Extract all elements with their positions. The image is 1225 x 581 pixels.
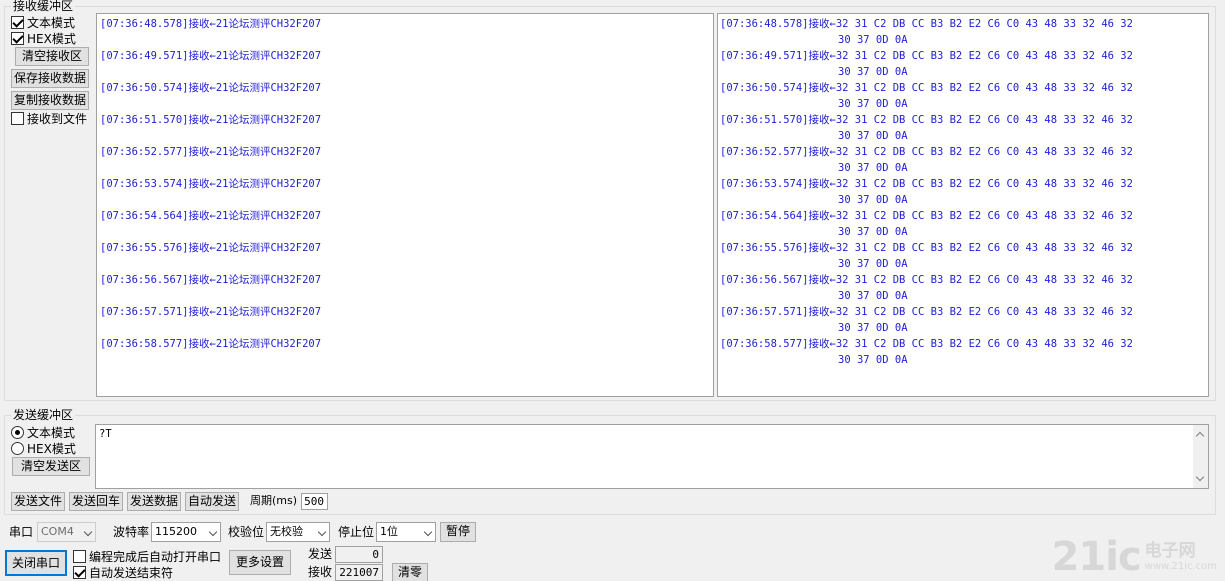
receive-text-line: [07:36:51.570]接收←21论坛测评CH32F207 xyxy=(100,114,322,126)
receive-hex-line: [07:36:55.576]接收←32 31 C2 DB CC B3 B2 E2… xyxy=(720,242,1133,254)
send-data-button[interactable]: 发送数据 xyxy=(127,492,181,511)
receive-hex-line-continuation: 30 37 0D 0A xyxy=(838,98,908,110)
clear-send-button[interactable]: 清空发送区 xyxy=(12,457,90,476)
port-label: 串口 xyxy=(9,525,34,539)
clear-receive-button[interactable]: 清空接收区 xyxy=(15,47,89,66)
receive-hex-line: [07:36:51.570]接收←32 31 C2 DB CC B3 B2 E2… xyxy=(720,114,1133,126)
receive-hex-line-continuation: 30 37 0D 0A xyxy=(838,66,908,78)
receive-hex-line-continuation: 30 37 0D 0A xyxy=(838,258,908,270)
receive-hex-line-continuation: 30 37 0D 0A xyxy=(838,290,908,302)
receive-hex-line: [07:36:58.577]接收←32 31 C2 DB CC B3 B2 E2… xyxy=(720,338,1133,350)
receive-text-line: [07:36:53.574]接收←21论坛测评CH32F207 xyxy=(100,178,322,190)
receive-text-pane[interactable]: [07:36:48.578]接收←21论坛测评CH32F207 [07:36:49… xyxy=(96,13,714,397)
receive-hex-line-continuation: 30 37 0D 0A xyxy=(838,34,908,46)
checkbox-checked-icon xyxy=(73,565,86,579)
chevron-down-icon xyxy=(423,527,433,537)
more-settings-button[interactable]: 更多设置 xyxy=(229,550,291,575)
receive-hex-pane[interactable]: [07:36:48.578]接收←32 31 C2 DB CC B3 B2 E2… xyxy=(717,13,1209,397)
pause-button[interactable]: 暂停 xyxy=(440,522,476,542)
parity-label: 校验位 xyxy=(228,525,265,539)
receive-group-title: 接收缓冲区 xyxy=(11,0,76,13)
receive-hex-line-continuation: 30 37 0D 0A xyxy=(838,354,908,366)
close-port-button[interactable]: 关闭串口 xyxy=(5,550,67,576)
sent-count-label: 发送 xyxy=(308,547,333,561)
checkbox-checked-icon xyxy=(11,15,24,29)
receive-text-line: [07:36:56.567]接收←21论坛测评CH32F207 xyxy=(100,274,322,286)
copy-receive-button[interactable]: 复制接收数据 xyxy=(11,91,89,110)
receive-hex-line-continuation: 30 37 0D 0A xyxy=(838,226,908,238)
auto-end-char-checkbox[interactable]: 自动发送结束符 xyxy=(73,564,173,580)
radio-unselected-icon xyxy=(11,441,24,455)
receive-hex-line: [07:36:48.578]接收←32 31 C2 DB CC B3 B2 E2… xyxy=(720,18,1133,30)
receive-text-line: [07:36:49.571]接收←21论坛测评CH32F207 xyxy=(100,50,322,62)
checkbox-checked-icon xyxy=(11,31,24,45)
receive-text-line: [07:36:54.564]接收←21论坛测评CH32F207 xyxy=(100,210,322,222)
receive-hex-line: [07:36:57.571]接收←32 31 C2 DB CC B3 B2 E2… xyxy=(720,306,1133,318)
scroll-down-icon[interactable] xyxy=(1195,472,1205,482)
receive-hex-line-continuation: 30 37 0D 0A xyxy=(838,130,908,142)
scroll-up-icon[interactable] xyxy=(1195,431,1205,441)
receive-hex-line-continuation: 30 37 0D 0A xyxy=(838,194,908,206)
receive-text-line: [07:36:52.577]接收←21论坛测评CH32F207 xyxy=(100,146,322,158)
send-return-button[interactable]: 发送回车 xyxy=(69,492,123,511)
logo-en-text: www.21ic.com xyxy=(1144,561,1217,572)
chevron-down-icon xyxy=(208,527,218,537)
baud-select[interactable]: 115200 xyxy=(151,522,221,542)
receive-hex-line: [07:36:56.567]接收←32 31 C2 DB CC B3 B2 E2… xyxy=(720,274,1133,286)
auto-open-port-checkbox[interactable]: 编程完成后自动打开串口 xyxy=(73,548,221,564)
auto-send-button[interactable]: 自动发送 xyxy=(185,492,239,511)
receive-hex-line: [07:36:54.564]接收←32 31 C2 DB CC B3 B2 E2… xyxy=(720,210,1133,222)
stop-bits-select[interactable]: 1位 xyxy=(376,522,436,542)
receive-text-line: [07:36:58.577]接收←21论坛测评CH32F207 xyxy=(100,338,322,350)
receive-hex-line-continuation: 30 37 0D 0A xyxy=(838,162,908,174)
receive-to-file-checkbox[interactable]: 接收到文件 xyxy=(11,110,87,126)
receive-hex-line: [07:36:53.574]接收←32 31 C2 DB CC B3 B2 E2… xyxy=(720,178,1133,190)
send-text-mode-radio[interactable]: 文本模式 xyxy=(11,424,75,440)
checkbox-unchecked-icon xyxy=(73,549,86,563)
send-input-text: ?T xyxy=(99,428,112,440)
logo-cn-text: 电子网 xyxy=(1144,541,1196,561)
receive-hex-line: [07:36:49.571]接收←32 31 C2 DB CC B3 B2 E2… xyxy=(720,50,1133,62)
baud-label: 波特率 xyxy=(113,525,150,539)
receive-hex-line: [07:36:50.574]接收←32 31 C2 DB CC B3 B2 E2… xyxy=(720,82,1133,94)
radio-selected-icon xyxy=(11,425,24,439)
port-select[interactable]: COM4 xyxy=(37,522,96,542)
send-hex-mode-radio[interactable]: HEX模式 xyxy=(11,440,76,456)
send-scrollbar[interactable] xyxy=(1193,425,1208,488)
send-group-title: 发送缓冲区 xyxy=(11,408,76,422)
receive-hex-mode-checkbox[interactable]: HEX模式 xyxy=(11,30,76,46)
receive-text-line: [07:36:57.571]接收←21论坛测评CH32F207 xyxy=(100,306,322,318)
receive-hex-line: [07:36:52.577]接收←32 31 C2 DB CC B3 B2 E2… xyxy=(720,146,1133,158)
sent-count-value: 0 xyxy=(335,546,383,563)
save-receive-button[interactable]: 保存接收数据 xyxy=(11,69,89,88)
chevron-down-icon xyxy=(83,527,93,537)
recv-count-value: 221007 xyxy=(335,564,383,581)
stop-bits-label: 停止位 xyxy=(338,525,375,539)
receive-text-line: [07:36:55.576]接收←21论坛测评CH32F207 xyxy=(100,242,322,254)
checkbox-unchecked-icon xyxy=(11,111,24,125)
receive-hex-line-continuation: 30 37 0D 0A xyxy=(838,322,908,334)
send-input[interactable]: ?T xyxy=(95,424,1209,489)
clear-count-button[interactable]: 清零 xyxy=(392,563,428,581)
site-watermark-logo: 21ic 电子网 www.21ic.com xyxy=(1052,537,1217,577)
send-file-button[interactable]: 发送文件 xyxy=(11,492,65,511)
parity-select[interactable]: 无校验 xyxy=(266,522,330,542)
chevron-down-icon xyxy=(317,527,327,537)
receive-text-line: [07:36:48.578]接收←21论坛测评CH32F207 xyxy=(100,18,322,30)
receive-text-mode-checkbox[interactable]: 文本模式 xyxy=(11,14,75,30)
period-label: 周期(ms) xyxy=(250,494,298,507)
logo-main-text: 21ic xyxy=(1051,534,1142,580)
period-input[interactable]: 500 xyxy=(301,493,328,510)
recv-count-label: 接收 xyxy=(308,565,333,579)
receive-text-line: [07:36:50.574]接收←21论坛测评CH32F207 xyxy=(100,82,322,94)
